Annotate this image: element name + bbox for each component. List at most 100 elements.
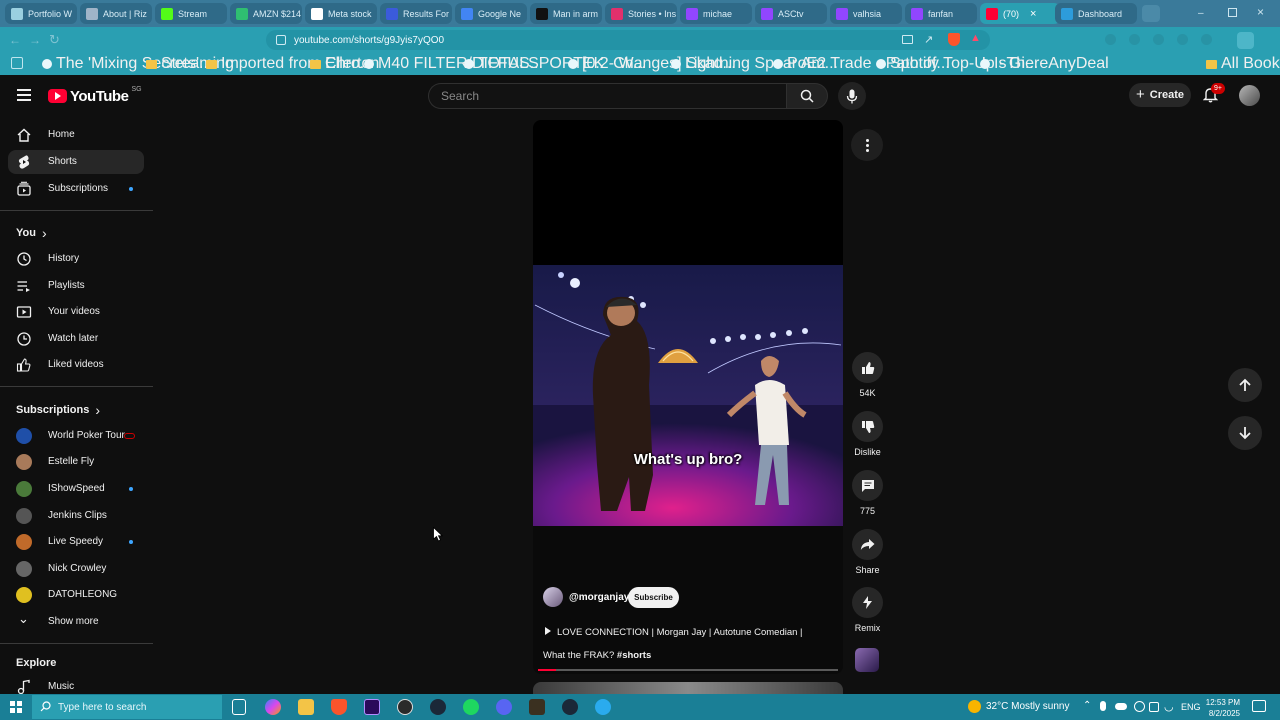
site-info-icon[interactable] xyxy=(276,35,286,45)
all-bookmarks-button[interactable]: All Bookmarks xyxy=(1206,55,1280,72)
sidebar-item-ishowspeed[interactable]: IShowSpeed xyxy=(8,477,144,501)
browser-tab[interactable]: Results For xyxy=(380,3,452,24)
game-app-icon[interactable] xyxy=(529,699,545,715)
spotify-icon[interactable] xyxy=(463,699,479,715)
short-video-top-letterbox[interactable] xyxy=(533,120,843,265)
brave-shield-icon[interactable] xyxy=(948,33,960,46)
more-options-button[interactable] xyxy=(851,129,883,161)
file-explorer-icon[interactable] xyxy=(298,699,314,715)
cloud-tray-icon[interactable] xyxy=(1115,703,1127,710)
search-input[interactable]: Search xyxy=(428,83,786,109)
share-page-icon[interactable]: ↗ xyxy=(924,33,933,46)
back-icon[interactable]: ← xyxy=(9,33,21,47)
next-short-button[interactable] xyxy=(1228,416,1262,450)
short-video-frame[interactable]: What's up bro? xyxy=(533,265,843,526)
browser-tab[interactable]: Man in arm xyxy=(530,3,602,24)
browser-tab[interactable]: Meta stock xyxy=(305,3,377,24)
extension-icon[interactable] xyxy=(1153,34,1164,45)
account-avatar[interactable] xyxy=(1239,85,1260,106)
voice-search-button[interactable] xyxy=(838,82,866,110)
sidebar-item-estelle-fly[interactable]: Estelle Fly xyxy=(8,450,144,474)
apps-icon[interactable] xyxy=(11,57,23,69)
browser-tab[interactable]: Stream xyxy=(155,3,227,24)
sidebar-item-world-poker-tour[interactable]: World Poker Tour xyxy=(8,424,144,448)
network-tray-icon[interactable] xyxy=(1134,701,1145,712)
profile-icon[interactable] xyxy=(1237,32,1254,49)
taskbar-search-input[interactable]: Type here to search xyxy=(32,695,222,719)
steam-icon[interactable] xyxy=(430,699,446,715)
sidebar-item-subscriptions[interactable]: Subscriptions xyxy=(8,177,144,201)
remix-action[interactable]: Remix xyxy=(851,587,884,633)
browser-tab[interactable]: michae xyxy=(680,3,752,24)
task-view-icon[interactable] xyxy=(232,699,246,715)
sidebar-item-watch-later[interactable]: Watch later xyxy=(8,327,144,351)
browser-tab[interactable]: Dashboard xyxy=(1055,3,1137,24)
sidebar-item-shorts[interactable]: Shorts xyxy=(8,150,144,174)
browser-tab[interactable]: ASCtv xyxy=(755,3,827,24)
browser-tab[interactable]: Google Ne xyxy=(455,3,527,24)
show-hidden-icons-chevron-icon[interactable]: ⌃ xyxy=(1083,700,1091,711)
maximize-window-button[interactable] xyxy=(1228,8,1237,17)
subscriptions-section-heading[interactable]: Subscriptions › xyxy=(16,402,100,418)
language-indicator[interactable]: ENG xyxy=(1181,702,1201,712)
browser-tab[interactable]: valhsia xyxy=(830,3,902,24)
forward-icon[interactable]: → xyxy=(29,33,41,47)
subscribe-button[interactable]: Subscribe xyxy=(628,587,679,608)
short-title[interactable]: LOVE CONNECTION | Morgan Jay | Autotune … xyxy=(543,621,835,667)
bookmark-item[interactable]: IsThereAnyDeal xyxy=(980,55,1109,72)
browser-tab[interactable]: AMZN $214 xyxy=(230,3,302,24)
sidebar-item-home[interactable]: Home xyxy=(8,123,144,147)
create-button[interactable]: + Create xyxy=(1129,83,1191,107)
address-bar[interactable]: youtube.com/shorts/g9Jyis7yQO0 ↗ ▲ xyxy=(266,30,990,50)
discord-icon[interactable] xyxy=(496,699,512,715)
browser-tab[interactable]: Portfolio W xyxy=(5,3,77,24)
telegram-icon[interactable] xyxy=(595,699,611,715)
youtube-logo[interactable]: YouTube SG xyxy=(48,86,142,106)
extension-icon[interactable] xyxy=(1105,34,1116,45)
channel-avatar[interactable] xyxy=(543,587,563,607)
extension-icon[interactable] xyxy=(1129,34,1140,45)
previous-short-button[interactable] xyxy=(1228,368,1262,402)
comments-action[interactable]: 775 xyxy=(851,470,884,516)
windows-start-icon[interactable] xyxy=(10,701,22,713)
wifi-icon[interactable]: ◡ xyxy=(1164,700,1174,713)
sidebar-item-jenkins-clips[interactable]: Jenkins Clips xyxy=(8,504,144,528)
steam-icon[interactable] xyxy=(562,699,578,715)
progress-bar[interactable] xyxy=(538,669,838,671)
sidebar-item-live-speedy[interactable]: Live Speedy xyxy=(8,530,144,554)
minimize-window-button[interactable]: – xyxy=(1198,8,1208,19)
microphone-tray-icon[interactable] xyxy=(1100,701,1106,711)
reload-icon[interactable]: ↻ xyxy=(49,32,60,48)
channel-name[interactable]: @morganjay xyxy=(569,592,629,603)
sidebar-item-datohleong[interactable]: DATOHLEONG xyxy=(8,583,144,607)
sidebar-item-liked-videos[interactable]: Liked videos xyxy=(8,353,144,377)
browser-tab[interactable]: About | Riz xyxy=(80,3,152,24)
sound-thumbnail[interactable] xyxy=(855,648,879,672)
close-tab-icon[interactable]: × xyxy=(1030,8,1036,20)
copilot-icon[interactable] xyxy=(265,699,281,715)
next-short-preview[interactable] xyxy=(533,682,843,694)
like-action[interactable]: 54K xyxy=(851,352,884,398)
dislike-action[interactable]: Dislike xyxy=(851,411,884,457)
new-tab-button[interactable] xyxy=(1142,5,1160,22)
notification-center-icon[interactable] xyxy=(1252,700,1266,712)
browser-tab[interactable]: fanfan xyxy=(905,3,977,24)
browser-tab[interactable]: Stories • Ins xyxy=(605,3,677,24)
premiere-pro-icon[interactable] xyxy=(364,699,380,715)
brave-browser-icon[interactable] xyxy=(331,699,347,715)
share-action[interactable]: Share xyxy=(851,529,884,575)
extension-icon[interactable] xyxy=(1201,34,1212,45)
vpn-tray-icon[interactable] xyxy=(1149,702,1159,712)
obs-studio-icon[interactable] xyxy=(397,699,413,715)
brave-rewards-icon[interactable]: ▲ xyxy=(970,32,981,44)
cast-icon[interactable] xyxy=(902,35,913,44)
weather-widget[interactable]: 32°C Mostly sunny xyxy=(968,700,1069,713)
menu-icon[interactable] xyxy=(17,89,31,101)
hashtag-link[interactable]: #shorts xyxy=(617,650,651,661)
you-section-heading[interactable]: You › xyxy=(16,225,47,241)
clock[interactable]: 12:53 PM 8/2/2025 xyxy=(1204,697,1240,719)
browser-tab[interactable]: (70) × xyxy=(980,3,1060,24)
sidebar-item-your-videos[interactable]: Your videos xyxy=(8,300,144,324)
search-button[interactable] xyxy=(786,83,828,109)
sidebar-item-playlists[interactable]: Playlists xyxy=(8,274,144,298)
